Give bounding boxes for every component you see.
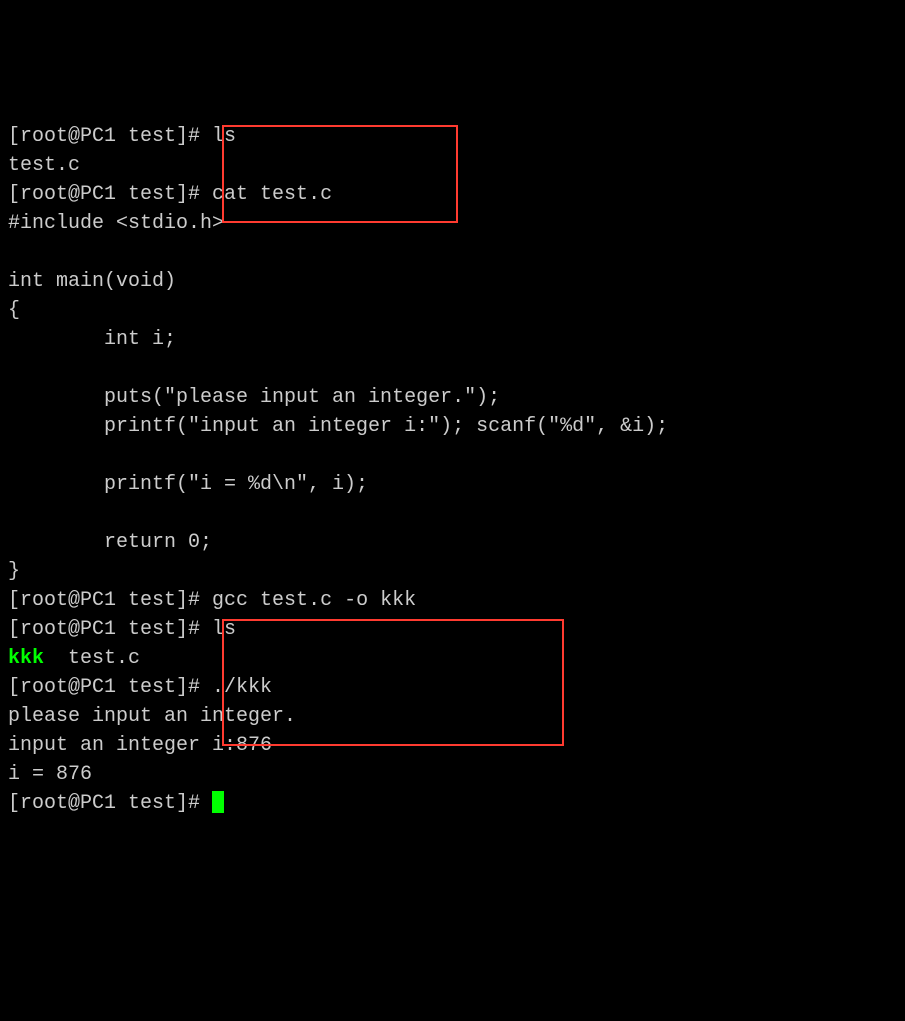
output-line: test.c <box>8 154 80 177</box>
prompt: [root@PC1 test]# <box>8 589 212 612</box>
command-cat: cat test.c <box>212 183 332 206</box>
prompt: [root@PC1 test]# <box>8 676 212 699</box>
program-output: input an integer i:876 <box>8 734 272 757</box>
command-ls: ls <box>212 618 236 641</box>
code-line: } <box>8 560 20 583</box>
highlight-box-1 <box>222 125 458 223</box>
prompt: [root@PC1 test]# <box>8 183 212 206</box>
command-ls: ls <box>212 125 236 148</box>
code-line: int i; <box>8 328 176 351</box>
code-line: puts("please input an integer."); <box>8 386 500 409</box>
program-output: please input an integer. <box>8 705 296 728</box>
output-line: test.c <box>44 647 140 670</box>
prompt: [root@PC1 test]# <box>8 792 212 815</box>
code-line: printf("i = %d\n", i); <box>8 473 368 496</box>
code-line: printf("input an integer i:"); scanf("%d… <box>8 415 668 438</box>
program-output: i = 876 <box>8 763 92 786</box>
executable-file: kkk <box>8 647 44 670</box>
prompt: [root@PC1 test]# <box>8 125 212 148</box>
command-gcc: gcc test.c -o kkk <box>212 589 416 612</box>
code-line: { <box>8 299 20 322</box>
terminal-output[interactable]: [root@PC1 test]# ls test.c [root@PC1 tes… <box>8 122 897 876</box>
code-line: return 0; <box>8 531 212 554</box>
code-line: int main(void) <box>8 270 176 293</box>
code-line: #include <stdio.h> <box>8 212 224 235</box>
command-run: ./kkk <box>212 676 272 699</box>
cursor-icon <box>212 791 224 813</box>
prompt: [root@PC1 test]# <box>8 618 212 641</box>
